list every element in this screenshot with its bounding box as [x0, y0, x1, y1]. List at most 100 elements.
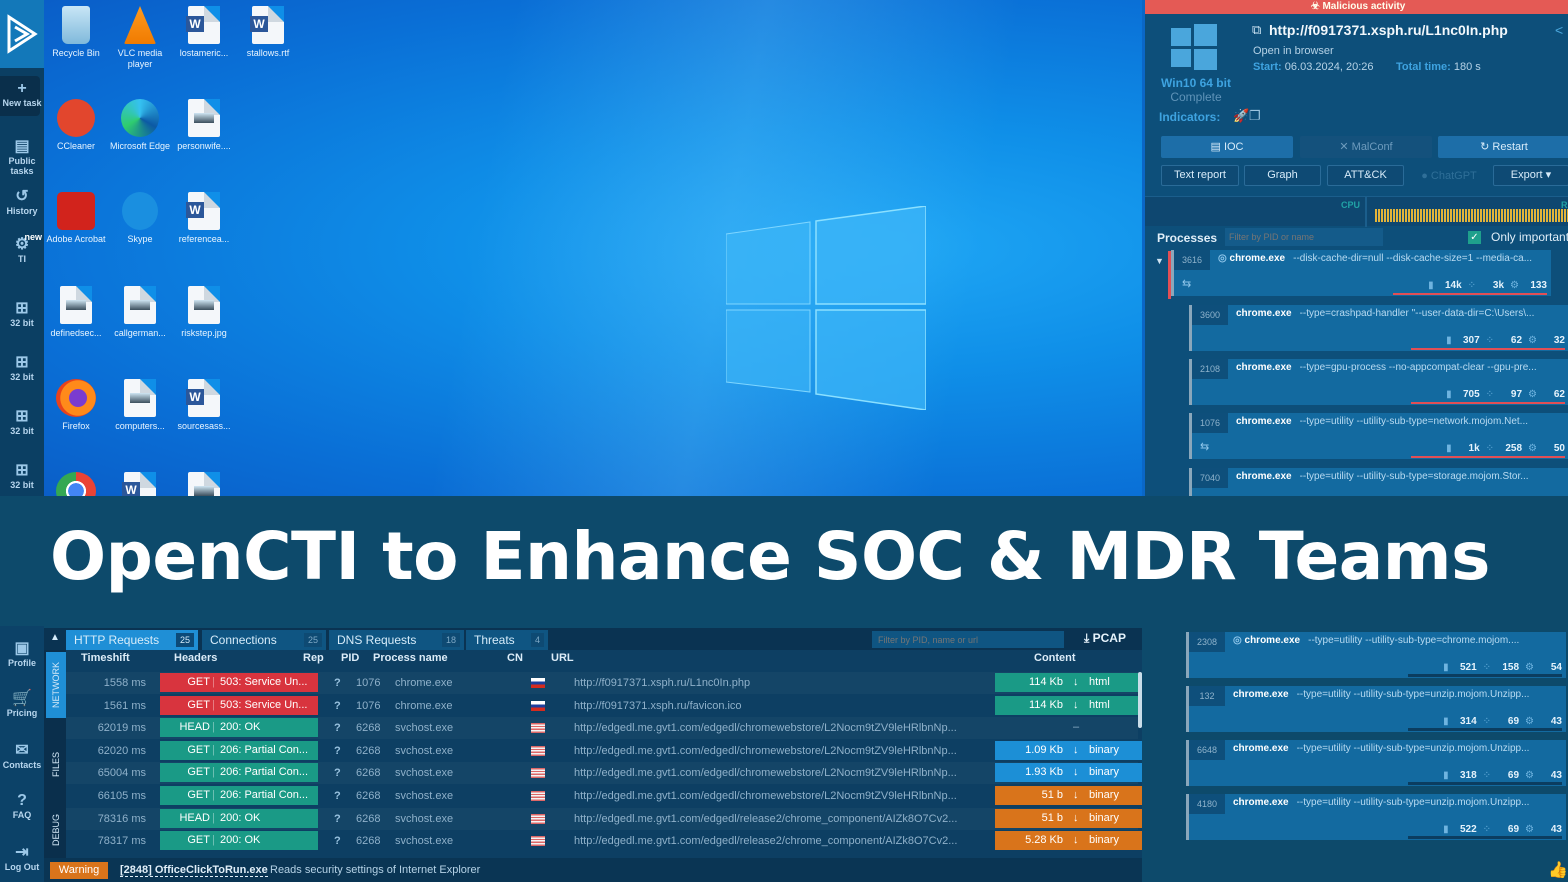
http-request-row[interactable]: 1561 ms GET | 503: Service Un...? 1076 chrome… — [66, 695, 1159, 717]
content-badge[interactable]: – — [995, 718, 1159, 737]
col-process-name[interactable]: Process name — [373, 652, 448, 664]
sidebar-item-vm-2[interactable]: ⊞ 32 bit — [0, 354, 44, 382]
windows-stack-icon[interactable]: ❐ — [1249, 108, 1261, 124]
process-row[interactable]: 6648 chrome.exe --type=utility --utility-s… — [1186, 740, 1566, 786]
collapse-caret-icon[interactable]: ▼ — [1155, 256, 1164, 266]
desktop-icon[interactable]: definedsec... — [44, 286, 108, 339]
col-headers[interactable]: Headers — [174, 652, 217, 664]
request-url[interactable]: http://edgedl.me.gvt1.com/edgedl/chromew… — [574, 767, 957, 779]
request-url[interactable]: http://edgedl.me.gvt1.com/edgedl/chromew… — [574, 722, 957, 734]
app-logo[interactable] — [0, 0, 44, 68]
process-filter-input[interactable] — [1225, 228, 1383, 246]
rocket-icon[interactable]: 🚀 — [1233, 108, 1249, 124]
content-badge[interactable]: 114 Kb ↓ html — [995, 673, 1159, 692]
content-badge[interactable]: 5.28 Kb ↓ binary — [995, 831, 1159, 851]
side-tab-debug[interactable]: DEBUG — [46, 800, 66, 860]
http-request-row[interactable]: 78316 ms HEAD | 200: OK? 6268 svchost.exe http… — [66, 808, 1159, 830]
process-row[interactable]: 3616 ◎ chrome.exe --disk-cache-dir=null --… — [1171, 250, 1551, 296]
request-url[interactable]: http://edgedl.me.gvt1.com/edgedl/release… — [574, 813, 957, 825]
desktop-icon[interactable]: Microsoft Edge — [108, 99, 172, 152]
desktop-icon[interactable] — [172, 472, 236, 496]
only-important-checkbox[interactable]: ✓ — [1468, 231, 1481, 244]
request-url[interactable]: http://f0917371.xsph.ru/L1nc0In.php — [574, 677, 750, 689]
col-timeshift[interactable]: Timeshift — [81, 652, 130, 664]
http-request-row[interactable]: 62019 ms HEAD | 200: OK? 6268 svchost.exe http… — [66, 717, 1138, 739]
desktop-icon[interactable]: stallows.rtf — [236, 6, 300, 59]
process-row[interactable]: 4180 chrome.exe --type=utility --utility-s… — [1186, 794, 1566, 840]
desktop-icon[interactable]: CCleaner — [44, 99, 108, 152]
content-badge[interactable]: 1.09 Kb ↓ binary — [995, 740, 1159, 760]
chatgpt-button[interactable]: ● ChatGPT — [1411, 165, 1487, 187]
tab-threats[interactable]: Threats 4 — [466, 630, 548, 650]
export-button[interactable]: Export ▾ — [1493, 165, 1568, 186]
content-badge[interactable]: 1.93 Kb ↓ binary — [995, 763, 1159, 783]
copy-icon[interactable]: ⧉ — [1252, 22, 1261, 38]
sidebar-item-vm-1[interactable]: ⊞ 32 bit — [0, 300, 44, 328]
process-row[interactable]: 1076 chrome.exe --type=utility --utility-s… — [1189, 413, 1568, 459]
sidebar-item-ti[interactable]: new ⚙ TI — [0, 232, 44, 264]
desktop-icon[interactable]: personwife.... — [172, 99, 236, 152]
status-process-link[interactable]: [2848] OfficeClickToRun.exe — [120, 864, 268, 877]
network-filter-input[interactable] — [872, 631, 1064, 648]
request-url[interactable]: http://edgedl.me.gvt1.com/edgedl/release… — [574, 835, 957, 847]
request-url[interactable]: http://edgedl.me.gvt1.com/edgedl/chromew… — [574, 790, 957, 802]
restart-button[interactable]: ↻ Restart — [1438, 136, 1568, 158]
desktop-icon[interactable] — [44, 472, 108, 496]
vm-desktop[interactable]: Recycle Bin VLC media player lostameric...… — [44, 0, 1142, 496]
ioc-button[interactable]: ▤ IOC — [1161, 136, 1293, 158]
task-url[interactable]: http://f0917371.xsph.ru/L1nc0In.php — [1269, 22, 1508, 38]
content-badge[interactable]: 51 b ↓ binary — [995, 808, 1159, 828]
content-badge[interactable]: 51 b ↓ binary — [995, 786, 1159, 805]
attck-button[interactable]: ATT&CK — [1327, 165, 1404, 186]
desktop-icon[interactable]: Adobe Acrobat — [44, 192, 108, 245]
desktop-icon[interactable]: callgerman... — [108, 286, 172, 339]
side-tab-network[interactable]: NETWORK — [46, 652, 66, 718]
malconf-button[interactable]: ✕ MalConf — [1300, 136, 1432, 158]
tab-dns-requests[interactable]: DNS Requests 18 — [329, 630, 464, 650]
sidebar-item-public-tasks[interactable]: ▤ Public tasks — [0, 138, 44, 176]
desktop-icon[interactable]: VLC media player — [108, 6, 172, 70]
desktop-icon[interactable]: riskstep.jpg — [172, 286, 236, 339]
desktop-icon[interactable]: Skype — [108, 192, 172, 245]
http-request-row[interactable]: 78317 ms GET | 200: OK? 6268 svchost.exe http:… — [66, 830, 1159, 852]
desktop-icon[interactable]: referencea... — [172, 192, 236, 245]
sidebar-item-new-task[interactable]: + New task — [0, 80, 44, 108]
desktop-icon[interactable]: Recycle Bin — [44, 6, 108, 59]
process-row[interactable]: 2308 ◎ chrome.exe --type=utility --utility… — [1186, 632, 1566, 678]
desktop-icon[interactable]: sourcesass... — [172, 379, 236, 432]
sidebar-item-pricing[interactable]: 🛒 Pricing — [0, 690, 44, 718]
desktop-icon[interactable] — [108, 472, 172, 496]
sidebar-item-history[interactable]: ↺ History — [0, 188, 44, 216]
sidebar-item-vm-3[interactable]: ⊞ 32 bit — [0, 408, 44, 436]
tab-http-requests[interactable]: HTTP Requests 25 — [66, 630, 198, 650]
col-pid[interactable]: PID — [341, 652, 359, 664]
http-request-row[interactable]: 62020 ms GET | 206: Partial Con...? 6268 svch… — [66, 740, 1159, 762]
http-request-row[interactable]: 1558 ms GET | 503: Service Un...? 1076 chrome… — [66, 672, 1159, 694]
tab-connections[interactable]: Connections 25 — [202, 630, 326, 650]
sidebar-item-profile[interactable]: ▣ Profile — [0, 640, 44, 668]
col-url[interactable]: URL — [551, 652, 574, 664]
thumbs-up-icon[interactable]: 👍 — [1548, 860, 1568, 880]
process-row[interactable]: 2108 chrome.exe --type=gpu-process --no-ap… — [1189, 359, 1568, 405]
sidebar-item-contacts[interactable]: ✉ Contacts — [0, 742, 44, 770]
process-row[interactable]: 3600 chrome.exe --type=crashpad-handler "-… — [1189, 305, 1568, 351]
desktop-icon[interactable]: Firefox — [44, 379, 108, 432]
side-tab-files[interactable]: FILES — [46, 734, 66, 794]
col-content[interactable]: Content — [1034, 652, 1076, 664]
desktop-icon[interactable]: lostameric... — [172, 6, 236, 59]
request-url[interactable]: http://f0917371.xsph.ru/favicon.ico — [574, 700, 742, 712]
request-url[interactable]: http://edgedl.me.gvt1.com/edgedl/chromew… — [574, 745, 957, 757]
share-icon[interactable]: < — [1555, 22, 1563, 38]
text-report-button[interactable]: Text report — [1161, 165, 1239, 186]
col-rep[interactable]: Rep — [303, 652, 324, 664]
content-badge[interactable]: 114 Kb ↓ html — [995, 695, 1159, 715]
http-request-row[interactable]: 66105 ms GET | 206: Partial Con...? 6268 svch… — [66, 785, 1159, 807]
desktop-icon[interactable]: computers... — [108, 379, 172, 432]
process-row[interactable]: 132 chrome.exe --type=utility --utility-su… — [1186, 686, 1566, 732]
sidebar-item-logout[interactable]: ⇥ Log Out — [0, 844, 44, 872]
pcap-download-button[interactable]: ⤓ PCAP — [1084, 631, 1126, 646]
http-request-row[interactable]: 65004 ms GET | 206: Partial Con...? 6268 svch… — [66, 762, 1159, 784]
collapse-up-icon[interactable]: ▲ — [50, 632, 60, 643]
sidebar-item-faq[interactable]: ? FAQ — [0, 792, 44, 820]
graph-button[interactable]: Graph — [1244, 165, 1321, 186]
